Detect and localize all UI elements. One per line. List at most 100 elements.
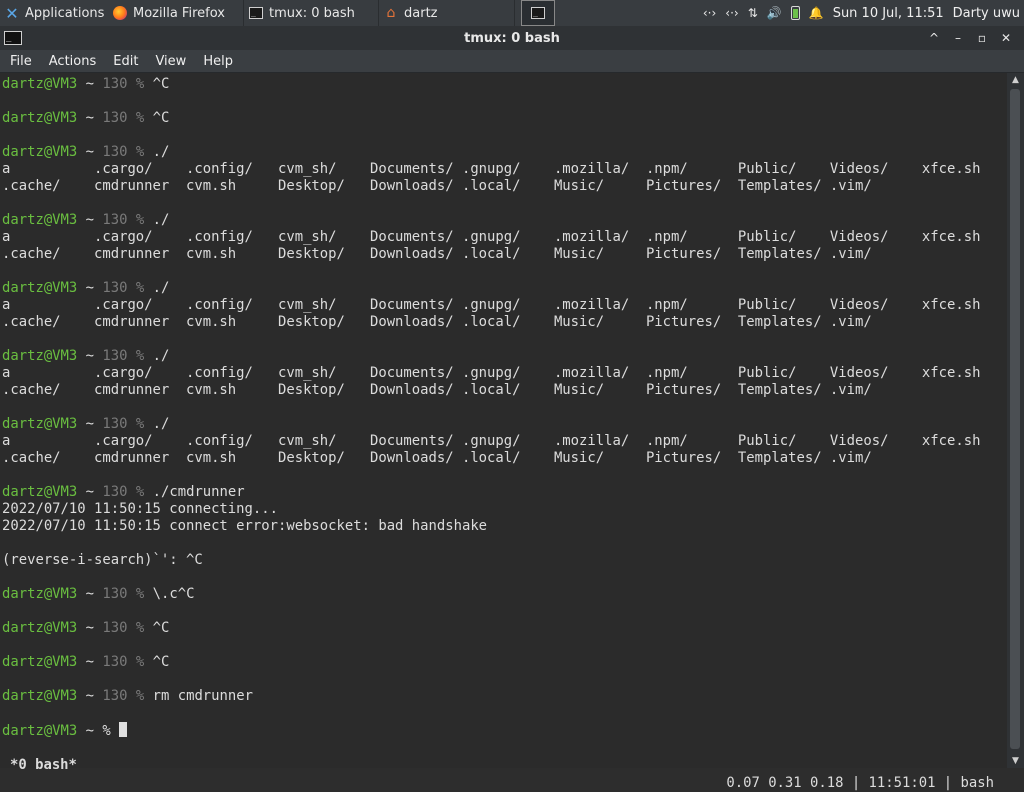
- system-tray: ‹·› ‹·› ⇅ 🔊 🔔 Sun 10 Jul, 11:51 Darty uw…: [703, 6, 1024, 21]
- prompt-path: ~: [85, 688, 95, 704]
- prompt-symbol: %: [102, 723, 111, 739]
- scroll-up-icon[interactable]: ▲: [1007, 73, 1024, 87]
- prompt-exit-code: 130: [102, 688, 128, 704]
- terminal-cursor: [119, 722, 128, 737]
- battery-icon[interactable]: [790, 6, 800, 20]
- maximize-icon[interactable]: ▫: [974, 31, 990, 45]
- terminal-prompt-line: dartz@VM3 ~ 130 % \.c^C: [2, 586, 980, 603]
- prompt-symbol: %: [135, 586, 145, 602]
- prompt-command: ./: [152, 144, 170, 160]
- user-menu[interactable]: Darty uwu: [953, 6, 1020, 21]
- prompt-command: ./: [152, 416, 170, 432]
- network-secondary-icon[interactable]: ‹·›: [725, 6, 738, 20]
- prompt-exit-code: 130: [102, 416, 128, 432]
- terminal-output-line: .cache/ cmdrunner cvm.sh Desktop/ Downlo…: [2, 178, 872, 194]
- window-controls: ^ – ▫ ✕: [926, 31, 1024, 45]
- tmux-window-label[interactable]: *0 bash*: [10, 756, 77, 774]
- task-firefox[interactable]: Mozilla Firefox: [108, 0, 244, 26]
- xfce-logo-icon: ✕: [5, 3, 19, 23]
- prompt-exit-code: 130: [102, 76, 128, 92]
- task-dartz[interactable]: ⌂ dartz: [379, 0, 515, 26]
- close-icon[interactable]: ✕: [998, 31, 1014, 45]
- prompt-user-host: dartz@VM3: [2, 212, 78, 228]
- terminal-prompt-line: dartz@VM3 ~ 130 % ^C: [2, 620, 980, 637]
- terminal-output-line: a .cargo/ .config/ cvm_sh/ Documents/ .g…: [2, 365, 981, 381]
- terminal-output-line: a .cargo/ .config/ cvm_sh/ Documents/ .g…: [2, 297, 981, 313]
- volume-icon[interactable]: 🔊: [767, 6, 782, 20]
- window-menu-icon[interactable]: _: [4, 31, 22, 45]
- task-active-terminal[interactable]: _: [521, 0, 555, 26]
- prompt-user-host: dartz@VM3: [2, 586, 78, 602]
- prompt-user-host: dartz@VM3: [2, 484, 78, 500]
- terminal-output-line: .cache/ cmdrunner cvm.sh Desktop/ Downlo…: [2, 450, 872, 466]
- network-icon[interactable]: ‹·›: [703, 6, 716, 20]
- prompt-symbol: %: [135, 620, 145, 636]
- menu-actions[interactable]: Actions: [39, 54, 104, 69]
- firefox-icon: [112, 5, 128, 21]
- prompt-command: ./: [152, 280, 170, 296]
- prompt-user-host: dartz@VM3: [2, 76, 78, 92]
- prompt-command: ./cmdrunner: [152, 484, 245, 500]
- prompt-symbol: %: [135, 280, 145, 296]
- menu-help[interactable]: Help: [193, 54, 240, 69]
- scrollbar-thumb[interactable]: [1010, 89, 1020, 749]
- window-titlebar[interactable]: _ tmux: 0 bash ^ – ▫ ✕: [0, 26, 1024, 50]
- terminal-output-line: .cache/ cmdrunner cvm.sh Desktop/ Downlo…: [2, 314, 872, 330]
- tmux-status-right: 0.07 0.31 0.18 | 11:51:01 | bash: [726, 775, 994, 791]
- prompt-command: ^C: [152, 620, 170, 636]
- prompt-path: ~: [85, 586, 95, 602]
- scroll-down-icon[interactable]: ▼: [1007, 754, 1024, 768]
- terminal-output[interactable]: dartz@VM3 ~ 130 % ^C dartz@VM3 ~ 130 % ^…: [0, 73, 1007, 768]
- menu-file[interactable]: File: [0, 54, 39, 69]
- prompt-user-host: dartz@VM3: [2, 688, 78, 704]
- transfer-arrows-icon[interactable]: ⇅: [748, 6, 758, 20]
- active-terminal-icon: _: [530, 5, 546, 21]
- prompt-exit-code: 130: [102, 586, 128, 602]
- prompt-command: ./: [152, 348, 170, 364]
- prompt-user-host: dartz@VM3: [2, 110, 78, 126]
- prompt-exit-code: 130: [102, 280, 128, 296]
- tmux-status-bar: *0 bash* 0.07 0.31 0.18 | 11:51:01 | bas…: [0, 738, 1007, 791]
- prompt-exit-code: 130: [102, 484, 128, 500]
- prompt-exit-code: 130: [102, 620, 128, 636]
- prompt-command: ^C: [152, 654, 170, 670]
- prompt-path: ~: [85, 212, 95, 228]
- notification-bell-icon[interactable]: 🔔: [809, 6, 824, 20]
- prompt-command: ./: [152, 212, 170, 228]
- menu-edit[interactable]: Edit: [103, 54, 145, 69]
- prompt-user-host: dartz@VM3: [2, 620, 78, 636]
- prompt-user-host: dartz@VM3: [2, 144, 78, 160]
- prompt-exit-code: 130: [102, 212, 128, 228]
- prompt-user-host: dartz@VM3: [2, 280, 78, 296]
- home-folder-icon: ⌂: [386, 5, 396, 21]
- prompt-user-host: dartz@VM3: [2, 348, 78, 364]
- task-firefox-label: Mozilla Firefox: [133, 5, 225, 21]
- prompt-path: ~: [85, 110, 95, 126]
- terminal-lines: dartz@VM3 ~ 130 % ^C dartz@VM3 ~ 130 % ^…: [2, 76, 980, 739]
- prompt-symbol: %: [135, 688, 145, 704]
- clock[interactable]: Sun 10 Jul, 11:51: [833, 6, 944, 21]
- prompt-path: ~: [85, 144, 95, 160]
- prompt-symbol: %: [135, 110, 145, 126]
- prompt-command: ^C: [152, 76, 170, 92]
- task-tmux[interactable]: _ tmux: 0 bash: [244, 0, 379, 26]
- shade-icon[interactable]: ^: [926, 31, 942, 45]
- prompt-symbol: %: [135, 348, 145, 364]
- terminal-scrollbar[interactable]: ▲ ▼: [1007, 73, 1024, 768]
- prompt-path: ~: [85, 76, 95, 92]
- menu-view[interactable]: View: [145, 54, 193, 69]
- applications-menu-button[interactable]: ✕ Applications: [0, 0, 108, 26]
- terminal-prompt-line: dartz@VM3 ~ 130 % rm cmdrunner: [2, 688, 980, 705]
- prompt-path: ~: [85, 723, 95, 739]
- minimize-icon[interactable]: –: [950, 31, 966, 45]
- terminal-output-line: a .cargo/ .config/ cvm_sh/ Documents/ .g…: [2, 433, 981, 449]
- prompt-exit-code: 130: [102, 110, 128, 126]
